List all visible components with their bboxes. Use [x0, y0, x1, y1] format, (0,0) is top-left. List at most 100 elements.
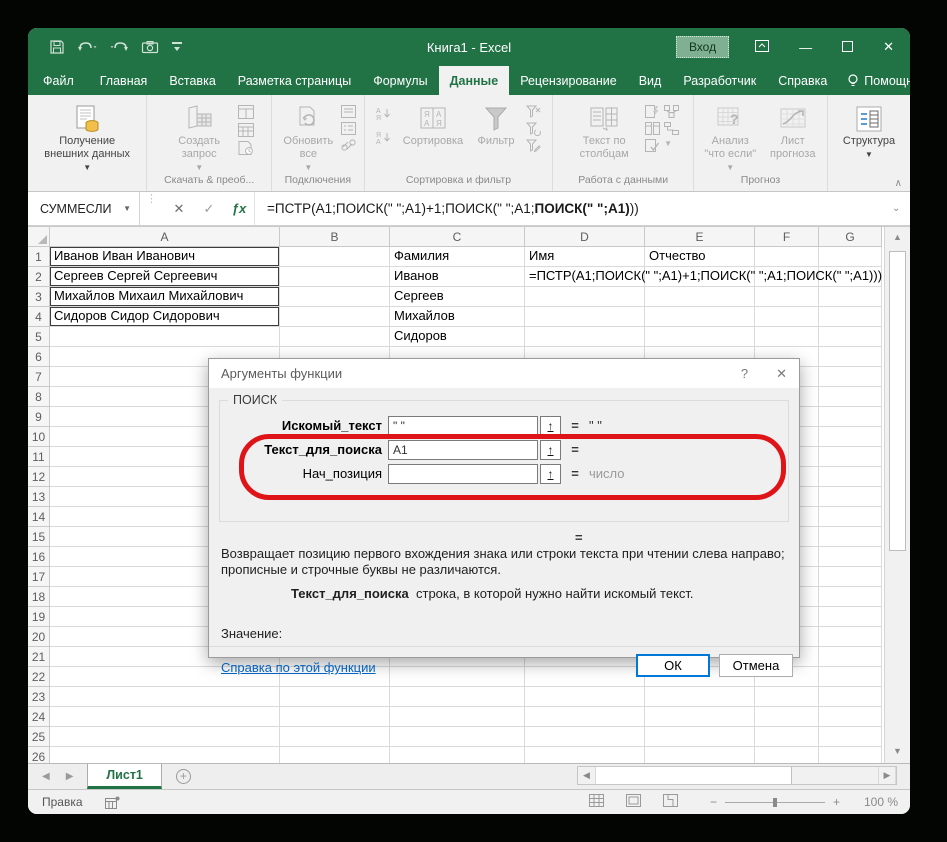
cell-D26[interactable]	[525, 747, 645, 763]
row-header-13[interactable]: 13	[28, 487, 50, 507]
cell-D1[interactable]: Имя	[525, 247, 645, 267]
row-header-1[interactable]: 1	[28, 247, 50, 267]
sort-asc-icon[interactable]: АЯ	[376, 107, 396, 125]
insert-function-icon[interactable]: ƒx	[224, 201, 254, 216]
tab-Справка[interactable]: Справка	[767, 66, 838, 95]
cell-G4[interactable]	[819, 307, 882, 327]
cancel-button[interactable]: Отмена	[719, 654, 793, 677]
cell-B23[interactable]	[280, 687, 390, 707]
cell-E24[interactable]	[645, 707, 755, 727]
tab-Главная[interactable]: Главная	[89, 66, 159, 95]
cell-G13[interactable]	[819, 487, 882, 507]
row-header-24[interactable]: 24	[28, 707, 50, 727]
cell-A4[interactable]: Сидоров Сидор Сидорович	[50, 307, 280, 327]
cell-A25[interactable]	[50, 727, 280, 747]
page-break-view-icon[interactable]	[662, 794, 678, 810]
cell-G16[interactable]	[819, 547, 882, 567]
cell-C4[interactable]: Михайлов	[390, 307, 525, 327]
scroll-left-icon[interactable]: ◀	[578, 767, 596, 784]
get-external-data-button[interactable]: Получение внешних данных ▼	[44, 101, 130, 174]
cell-D3[interactable]	[525, 287, 645, 307]
outline-button[interactable]: Структура ▼	[834, 101, 904, 161]
show-queries-icon[interactable]	[238, 105, 255, 119]
relationships-icon[interactable]	[664, 122, 680, 135]
cell-G11[interactable]	[819, 447, 882, 467]
vertical-scroll-thumb[interactable]	[889, 251, 906, 551]
cell-G20[interactable]	[819, 627, 882, 647]
clear-filter-icon[interactable]	[525, 105, 541, 118]
edit-links-icon[interactable]	[341, 139, 356, 152]
properties-icon[interactable]	[341, 122, 357, 135]
cell-G3[interactable]	[819, 287, 882, 307]
cell-F1[interactable]	[755, 247, 819, 267]
tab-helper[interactable]: Помощн	[838, 66, 910, 95]
row-header-8[interactable]: 8	[28, 387, 50, 407]
row-header-23[interactable]: 23	[28, 687, 50, 707]
cell-E3[interactable]	[645, 287, 755, 307]
cell-A24[interactable]	[50, 707, 280, 727]
row-header-17[interactable]: 17	[28, 567, 50, 587]
minimize-button[interactable]: —	[799, 40, 812, 55]
cell-C1[interactable]: Фамилия	[390, 247, 525, 267]
cell-D24[interactable]	[525, 707, 645, 727]
cell-C2[interactable]: Иванов	[390, 267, 525, 287]
zoom-knob[interactable]	[772, 797, 777, 807]
tab-Файл[interactable]: Файл	[28, 66, 89, 95]
cell-G22[interactable]	[819, 667, 882, 687]
cell-G25[interactable]	[819, 727, 882, 747]
undo-button[interactable]	[78, 41, 97, 54]
ribbon-display-options-button[interactable]	[755, 39, 770, 55]
cell-G15[interactable]	[819, 527, 882, 547]
row-header-10[interactable]: 10	[28, 427, 50, 447]
cell-A5[interactable]	[50, 327, 280, 347]
cell-G26[interactable]	[819, 747, 882, 763]
page-layout-view-icon[interactable]	[625, 794, 641, 810]
new-query-button[interactable]: Создать запрос ▼	[164, 101, 234, 174]
connections-icon[interactable]	[341, 105, 357, 118]
text-to-columns-button[interactable]: Текст по столбцам	[567, 101, 641, 161]
expand-formula-bar-icon[interactable]: ⌄	[892, 192, 910, 225]
redo-button[interactable]	[110, 41, 128, 54]
cell-C26[interactable]	[390, 747, 525, 763]
data-validation-icon[interactable]	[645, 139, 660, 152]
cell-G23[interactable]	[819, 687, 882, 707]
tab-Формулы[interactable]: Формулы	[362, 66, 438, 95]
camera-icon[interactable]	[141, 41, 159, 54]
cancel-entry-icon[interactable]: ✕	[164, 201, 194, 217]
cell-B3[interactable]	[280, 287, 390, 307]
prev-sheet-icon[interactable]: ◀	[42, 771, 50, 782]
zoom-out-icon[interactable]: −	[710, 795, 717, 809]
cell-G6[interactable]	[819, 347, 882, 367]
cell-G12[interactable]	[819, 467, 882, 487]
cell-E26[interactable]	[645, 747, 755, 763]
cell-G24[interactable]	[819, 707, 882, 727]
filter-button[interactable]: Фильтр	[470, 101, 522, 148]
cell-F4[interactable]	[755, 307, 819, 327]
row-header-19[interactable]: 19	[28, 607, 50, 627]
row-header-6[interactable]: 6	[28, 347, 50, 367]
cell-C24[interactable]	[390, 707, 525, 727]
column-header-C[interactable]: C	[390, 227, 525, 247]
tab-Рецензирование[interactable]: Рецензирование	[509, 66, 628, 95]
recent-sources-icon[interactable]	[238, 141, 254, 155]
collapse-ribbon-icon[interactable]: ∧	[895, 178, 902, 189]
cell-B1[interactable]	[280, 247, 390, 267]
cell-G14[interactable]	[819, 507, 882, 527]
cell-G19[interactable]	[819, 607, 882, 627]
dialog-close-icon[interactable]: ✕	[776, 366, 787, 382]
customize-qat-button[interactable]	[172, 41, 182, 53]
scroll-up-icon[interactable]: ▲	[885, 227, 910, 247]
cell-A26[interactable]	[50, 747, 280, 763]
enter-entry-icon[interactable]: ✓	[194, 201, 224, 217]
cell-A23[interactable]	[50, 687, 280, 707]
row-header-26[interactable]: 26	[28, 747, 50, 763]
macro-record-icon[interactable]	[104, 796, 120, 809]
cell-F23[interactable]	[755, 687, 819, 707]
tab-Вид[interactable]: Вид	[628, 66, 673, 95]
cell-D25[interactable]	[525, 727, 645, 747]
flash-fill-icon[interactable]	[645, 105, 660, 118]
cell-D2[interactable]: =ПСТР(A1;ПОИСК(" ";A1)+1;ПОИСК(" ";A1;ПО…	[525, 267, 882, 287]
cell-E5[interactable]	[645, 327, 755, 347]
zoom-in-icon[interactable]: +	[833, 795, 840, 809]
cell-F5[interactable]	[755, 327, 819, 347]
